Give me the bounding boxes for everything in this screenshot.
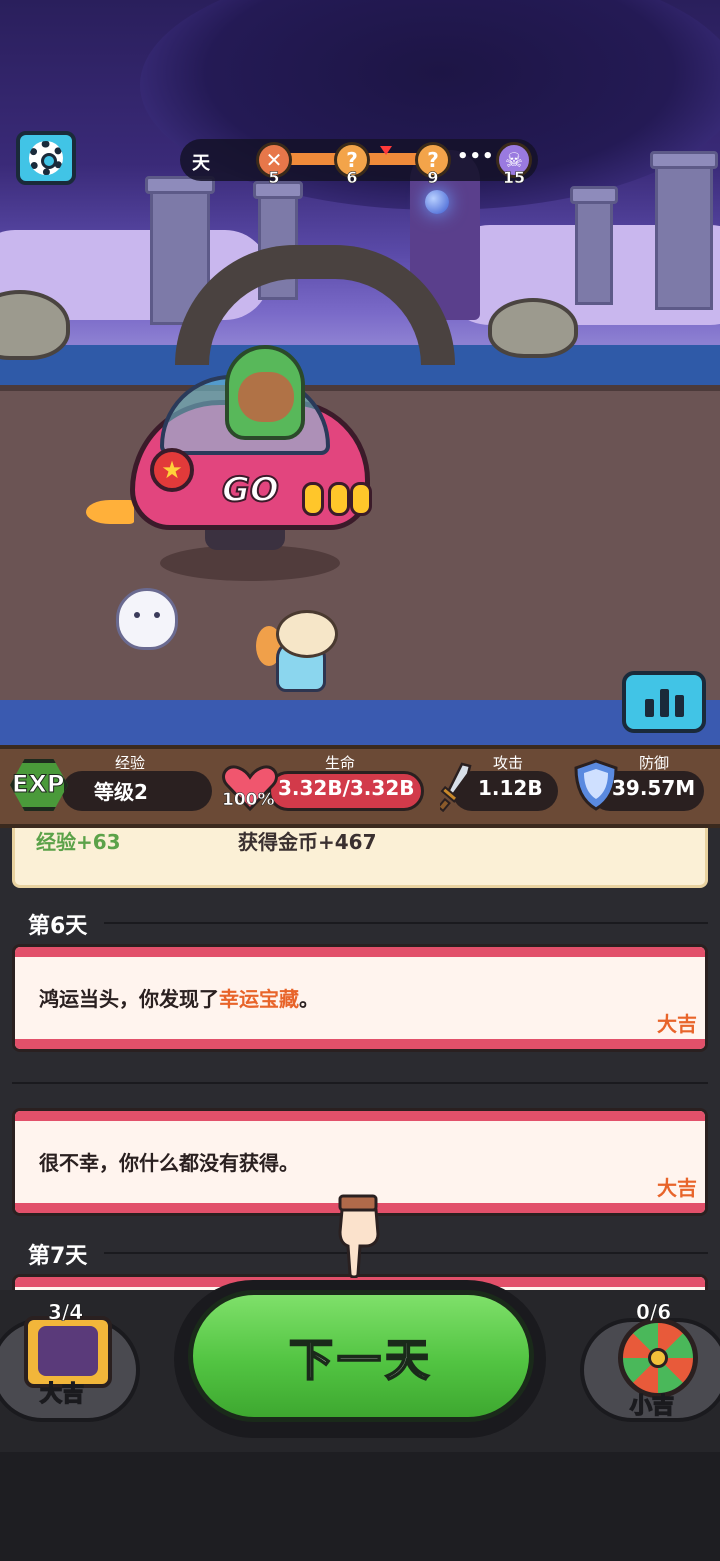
pet-eye bbox=[154, 612, 160, 618]
stats-chart-button[interactable] bbox=[622, 671, 706, 733]
capybara-face bbox=[238, 372, 294, 422]
small-luck-count: 0/6 bbox=[636, 1300, 672, 1325]
divider bbox=[12, 1082, 708, 1084]
luck-tag: 大吉 bbox=[657, 1012, 697, 1036]
glowing-orb bbox=[425, 190, 449, 214]
star-emblem-icon: ★ bbox=[150, 448, 194, 492]
next-day-button[interactable]: 下一天 bbox=[188, 1290, 534, 1422]
companion-head bbox=[276, 610, 338, 658]
attack-label: 攻击 bbox=[492, 754, 523, 772]
exhaust-flame bbox=[86, 500, 134, 524]
day-progress-label: 天 bbox=[192, 153, 210, 174]
exhaust-pipe bbox=[302, 482, 324, 516]
bar-chart-icon bbox=[659, 689, 669, 717]
attack-value: 1.12B bbox=[478, 776, 543, 800]
ruin-pillar bbox=[650, 151, 718, 310]
event-highlight: 幸运宝藏 bbox=[219, 987, 299, 1011]
vehicle-shadow bbox=[160, 545, 340, 581]
divider bbox=[104, 922, 708, 924]
milestone-day-number: 9 bbox=[427, 168, 439, 188]
more-milestones-dots: ••• bbox=[457, 146, 495, 167]
hp-percent: 100% bbox=[222, 790, 275, 811]
bar-chart-icon bbox=[674, 695, 684, 717]
milestone-day-number: 15 bbox=[502, 168, 526, 188]
event-text-part: 鸿运当头，你发现了 bbox=[39, 987, 219, 1011]
event-text-part: 。 bbox=[299, 987, 319, 1011]
ground-edge bbox=[0, 700, 720, 745]
small-luck-label: 小吉 bbox=[629, 1393, 675, 1420]
previous-exp-reward: 经验+63 bbox=[36, 830, 121, 854]
rock bbox=[488, 298, 578, 358]
sword-icon bbox=[440, 762, 472, 812]
characters-portrait-icon bbox=[38, 1326, 98, 1376]
event-text: 鸿运当头，你发现了幸运宝藏。 bbox=[39, 983, 319, 1012]
defense-label: 防御 bbox=[638, 754, 669, 772]
hp-value: 3.32B/3.32B bbox=[278, 776, 415, 800]
defense-value: 39.57M bbox=[612, 776, 696, 800]
previous-coin-reward: 获得金币+467 bbox=[238, 830, 377, 854]
exhaust-pipe bbox=[350, 482, 372, 516]
event-text: 很不幸，你什么都没有获得。 bbox=[39, 1147, 299, 1176]
day-header: 第7天 bbox=[28, 1244, 88, 1269]
current-day-marker-icon bbox=[380, 146, 392, 155]
bar-chart-icon bbox=[644, 699, 654, 717]
exp-badge-text: EXP bbox=[12, 770, 65, 799]
ruin-pillar bbox=[570, 186, 618, 305]
hand-pointer-icon bbox=[338, 1194, 380, 1278]
divider bbox=[104, 1252, 708, 1254]
vehicle-go-text: GO bbox=[221, 469, 280, 511]
event-text-part: 很不幸，你什么都没有获得。 bbox=[39, 1151, 299, 1175]
milestone-day-number: 6 bbox=[346, 168, 358, 188]
gear-icon bbox=[29, 141, 63, 175]
hp-label: 生命 bbox=[324, 754, 355, 772]
exp-label: 经验 bbox=[114, 754, 145, 772]
settings-button[interactable] bbox=[16, 131, 76, 185]
milestone-day-number: 5 bbox=[268, 168, 280, 188]
day-header: 第6天 bbox=[28, 914, 88, 939]
great-luck-label: 大吉 bbox=[39, 1381, 85, 1408]
level-value: 等级2 bbox=[94, 780, 148, 804]
great-luck-count: 3/4 bbox=[48, 1300, 84, 1325]
bottom-strip bbox=[0, 1452, 720, 1561]
exhaust-pipe bbox=[328, 482, 350, 516]
luck-tag: 大吉 bbox=[657, 1176, 697, 1200]
pet-eye bbox=[134, 612, 140, 618]
ground bbox=[0, 385, 720, 720]
event-card: 鸿运当头，你发现了幸运宝藏。 大吉 bbox=[12, 944, 708, 1052]
pet-ghost bbox=[116, 588, 178, 650]
next-day-label: 下一天 bbox=[288, 1334, 433, 1387]
battle-scene: ★ GO bbox=[0, 0, 720, 745]
wheel-hub bbox=[648, 1348, 668, 1368]
